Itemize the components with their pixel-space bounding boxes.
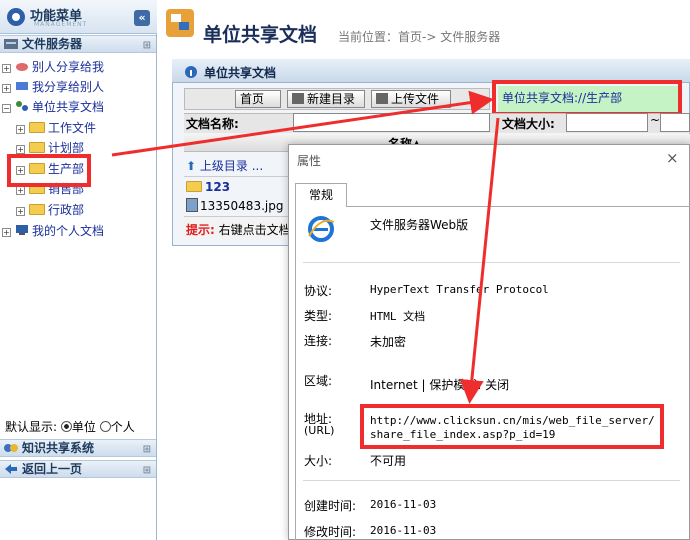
annotation-arrow-to-address bbox=[459, 117, 500, 404]
annotation-arrows bbox=[111, 90, 500, 404]
annotation-arrow-to-path bbox=[111, 90, 494, 157]
